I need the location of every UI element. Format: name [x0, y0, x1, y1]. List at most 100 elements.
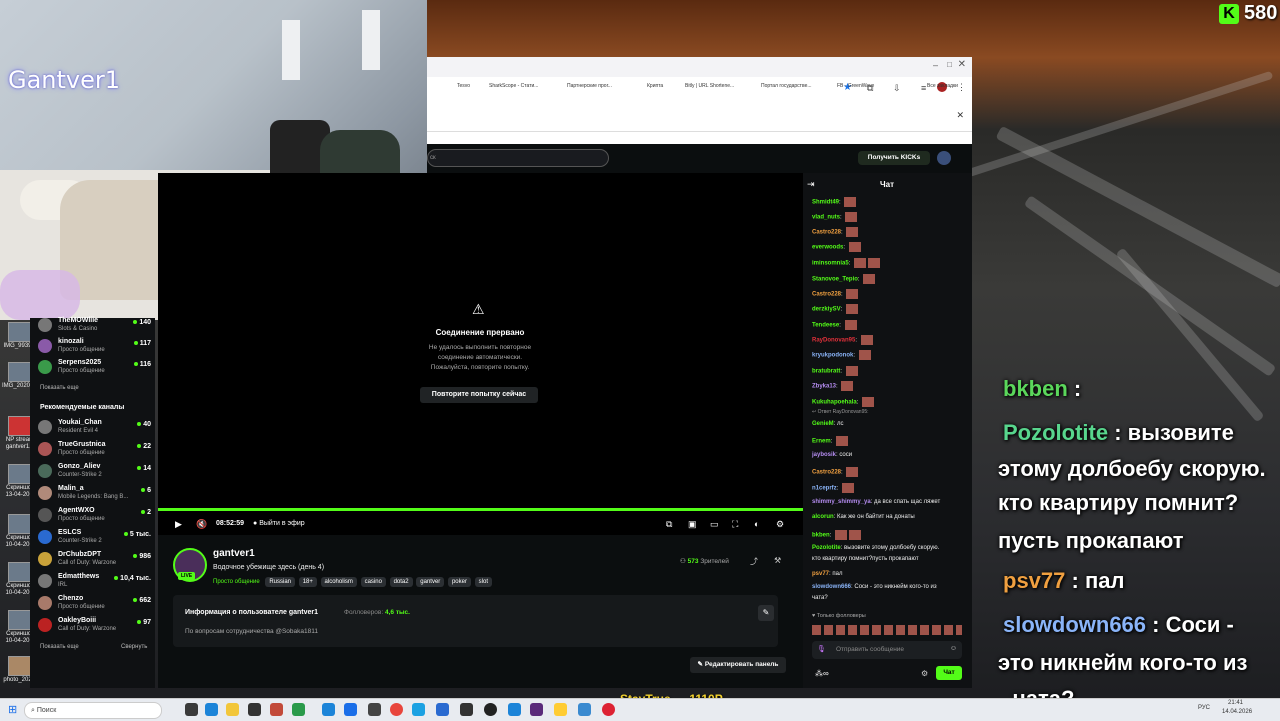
- sidebar-channel[interactable]: Malin_a Mobile Legends: Bang B... 6: [38, 484, 153, 504]
- chat-username[interactable]: Shmidt49: [812, 200, 839, 206]
- tag-pill[interactable]: alcoholism: [320, 577, 357, 587]
- user-avatar[interactable]: [937, 151, 951, 165]
- close-icon[interactable]: ✕: [958, 59, 966, 70]
- chat-username[interactable]: GenieM: [812, 421, 834, 427]
- edit-pencil-icon[interactable]: ✎: [758, 605, 774, 621]
- start-icon[interactable]: ⊞: [8, 703, 17, 716]
- clip-icon[interactable]: ⧉: [666, 519, 672, 530]
- settings-icon[interactable]: ⚙: [776, 519, 784, 530]
- chrome-icon[interactable]: [390, 703, 403, 716]
- mod-icon[interactable]: ⚒: [774, 556, 781, 565]
- bookmark-item[interactable]: Портал государстве...: [761, 83, 812, 89]
- language-indicator[interactable]: РУС: [1198, 705, 1210, 711]
- app-icon[interactable]: [530, 703, 543, 716]
- bookmark-item[interactable]: Tesvo: [457, 83, 470, 89]
- video-player[interactable]: ⚠ Соединение прервано Не удалось выполни…: [158, 173, 803, 535]
- tag-pill[interactable]: 18+: [298, 577, 317, 587]
- retry-button[interactable]: Повторите попытку сейчас: [420, 387, 538, 403]
- show-more-link[interactable]: Показать еще: [40, 644, 79, 650]
- app-icon[interactable]: [484, 703, 497, 716]
- chat-username[interactable]: Tendeese: [812, 323, 839, 329]
- app-icon[interactable]: [248, 703, 261, 716]
- chat-username[interactable]: psv77: [812, 571, 829, 577]
- bookmark-item[interactable]: Крипта: [647, 83, 663, 89]
- minimize-icon[interactable]: –: [933, 60, 938, 70]
- emote-bar[interactable]: [812, 625, 962, 635]
- sidebar-channel[interactable]: TheMOWliie Slots & Casino 140: [38, 316, 153, 336]
- sidebar-channel[interactable]: Serpens2025 Просто общение 116: [38, 358, 153, 378]
- clock-date[interactable]: 14.04.2026: [1222, 709, 1252, 715]
- sidebar-channel[interactable]: Chenzo Просто общение 662: [38, 594, 153, 614]
- go-live-button[interactable]: ● Выйти в эфир: [253, 520, 305, 527]
- bookmark-item[interactable]: Все закладки: [927, 83, 958, 89]
- more-icon[interactable]: ⋮: [957, 82, 966, 93]
- chat-username[interactable]: Ernem: [812, 439, 831, 445]
- send-chat-button[interactable]: Чат: [936, 666, 962, 680]
- tag-pill[interactable]: gantver: [416, 577, 445, 587]
- clock-time[interactable]: 21:41: [1228, 700, 1243, 706]
- app-icon[interactable]: [602, 703, 615, 716]
- app-icon[interactable]: [344, 703, 357, 716]
- bookmark-item[interactable]: Партнерские прог...: [567, 83, 612, 89]
- chat-input[interactable]: 🎙 Отправить сообщение ☺: [812, 641, 962, 659]
- app-icon[interactable]: [292, 703, 305, 716]
- app-icon[interactable]: [368, 703, 381, 716]
- sidebar-channel[interactable]: TrueGrustnica Просто общение 22: [38, 440, 153, 460]
- app-icon[interactable]: [508, 703, 521, 716]
- sidebar-channel[interactable]: ESLCS Counter-Strike 2 5 тыс.: [38, 528, 153, 548]
- chat-username[interactable]: jaybosik: [812, 452, 836, 458]
- app-icon[interactable]: [578, 703, 591, 716]
- app-icon[interactable]: [554, 703, 567, 716]
- tag-pill[interactable]: casino: [360, 577, 386, 587]
- tag-pill[interactable]: slot: [474, 577, 492, 587]
- chat-username[interactable]: derzkiySV: [812, 307, 841, 313]
- sidebar-channel[interactable]: OakleyBoiii Call of Duty: Warzone 97: [38, 616, 153, 636]
- taskbar-search[interactable]: ⌕ Поиск: [24, 702, 162, 719]
- chat-username[interactable]: Zbyka13: [812, 384, 836, 390]
- play-icon[interactable]: ▶: [175, 519, 182, 530]
- channel-name[interactable]: gantver1: [213, 548, 255, 559]
- bookmark-item[interactable]: SharkScope - Стати...: [489, 83, 538, 89]
- chat-username[interactable]: bkben: [812, 533, 830, 539]
- sidebar-channel[interactable]: kinozali Просто общение 117: [38, 337, 153, 357]
- get-kicks-button[interactable]: Получить KICKs: [858, 151, 930, 165]
- chat-username[interactable]: Castro228: [812, 230, 841, 236]
- chat-username[interactable]: RayDonovan95: [812, 338, 855, 344]
- chat-username[interactable]: kryukpodonok: [812, 353, 853, 359]
- edit-panel-button[interactable]: ✎ Редактировать панель: [690, 657, 786, 673]
- chat-username[interactable]: n1ceprfz: [812, 486, 837, 492]
- emoji-icon[interactable]: ☺: [950, 645, 957, 652]
- folder-icon[interactable]: [226, 703, 239, 716]
- progress-bar[interactable]: [158, 508, 803, 511]
- close-icon[interactable]: ✕: [956, 110, 964, 121]
- chat-username[interactable]: alcorun: [812, 514, 834, 520]
- app-icon[interactable]: [270, 703, 283, 716]
- tag-pill[interactable]: poker: [447, 577, 471, 587]
- chat-username[interactable]: everwoods: [812, 245, 843, 251]
- chat-username[interactable]: iminsomnia5: [812, 261, 849, 267]
- chat-username[interactable]: slowdown666: [812, 584, 851, 590]
- chat-username[interactable]: bratubratt: [812, 369, 840, 375]
- search-input[interactable]: ск: [427, 149, 609, 167]
- collapse-link[interactable]: Свернуть: [121, 644, 147, 650]
- show-more-link[interactable]: Показать еще: [40, 385, 79, 391]
- collapse-chat-icon[interactable]: ⇥: [807, 179, 815, 190]
- sidebar-channel[interactable]: AgentWXO Просто общение 2: [38, 506, 153, 526]
- app-icon[interactable]: [460, 703, 473, 716]
- chat-username[interactable]: Kukuhapoehala: [812, 400, 857, 406]
- app-icon[interactable]: [412, 703, 425, 716]
- tag-pill[interactable]: dota2: [389, 577, 413, 587]
- sidebar-channel[interactable]: DrChubzDPT Call of Duty: Warzone 986: [38, 550, 153, 570]
- chat-username[interactable]: Stanovoe_Tepio: [812, 277, 858, 283]
- download-icon[interactable]: ⇩: [893, 83, 901, 94]
- chat-username[interactable]: vlad_nuts: [812, 215, 840, 221]
- chat-username[interactable]: Pozolotite: [812, 545, 841, 551]
- bookmark-item[interactable]: FB - GreenWave: [837, 83, 874, 89]
- menu-icon[interactable]: ≡: [921, 83, 926, 93]
- category-link[interactable]: Просто общение: [213, 579, 260, 585]
- chat-username[interactable]: Castro228: [812, 470, 841, 476]
- chat-username[interactable]: Castro228: [812, 292, 841, 298]
- task-view-icon[interactable]: [185, 703, 198, 716]
- sidebar-channel[interactable]: Edmatthews IRL 10,4 тыс.: [38, 572, 153, 592]
- app-icon[interactable]: [436, 703, 449, 716]
